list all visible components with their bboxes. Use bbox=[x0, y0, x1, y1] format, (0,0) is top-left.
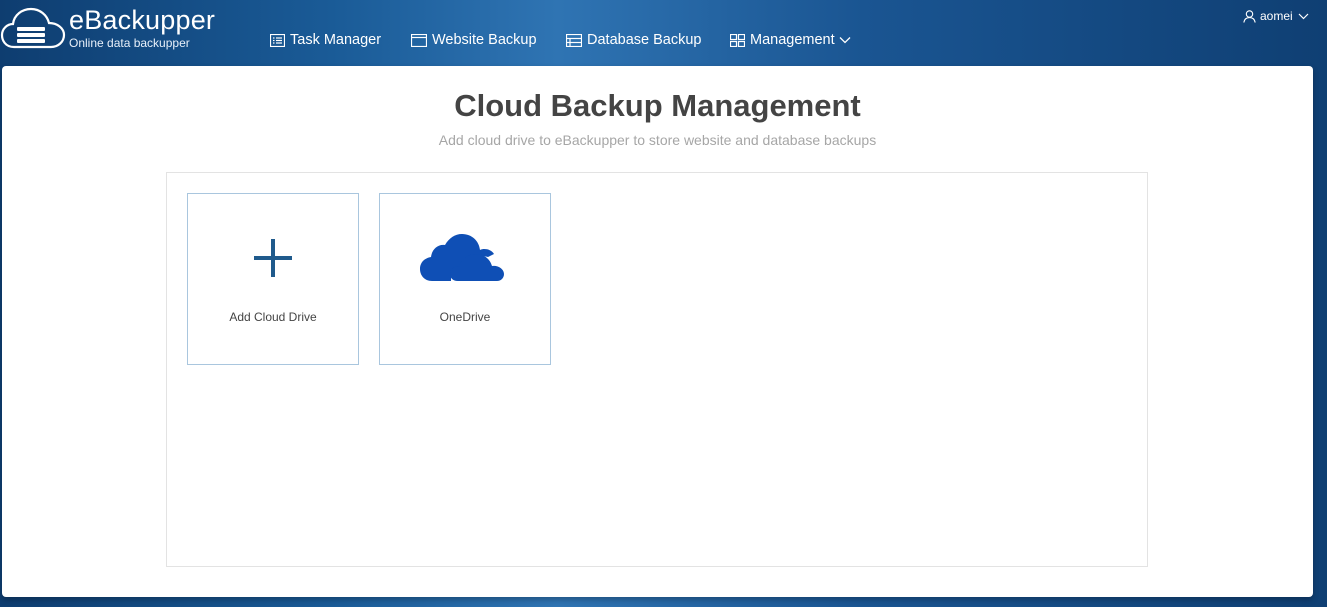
page-title: Cloud Backup Management bbox=[454, 88, 861, 123]
plus-icon bbox=[254, 239, 292, 277]
grid-icon bbox=[730, 33, 745, 47]
list-icon bbox=[270, 33, 285, 47]
onedrive-cloud-icon bbox=[420, 234, 504, 281]
user-icon bbox=[1243, 9, 1256, 23]
nav-database-backup-label: Database Backup bbox=[587, 32, 702, 48]
nav-management-label: Management bbox=[750, 32, 835, 48]
chevron-down-icon bbox=[1298, 13, 1309, 19]
nav-task-manager-label: Task Manager bbox=[290, 32, 382, 48]
browser-window-icon bbox=[411, 33, 427, 47]
nav-database-backup[interactable]: Database Backup bbox=[566, 30, 701, 50]
onedrive-card[interactable]: OneDrive bbox=[379, 193, 551, 365]
main-panel: Cloud Backup Management Add cloud drive … bbox=[2, 66, 1313, 597]
app-name: eBackupper bbox=[69, 5, 216, 35]
user-menu[interactable]: aomei bbox=[1243, 8, 1309, 24]
nav-management[interactable]: Management bbox=[730, 30, 851, 50]
database-table-icon bbox=[566, 33, 582, 47]
add-cloud-drive-label: Add Cloud Drive bbox=[229, 310, 317, 324]
chevron-down-icon bbox=[839, 37, 851, 44]
onedrive-label: OneDrive bbox=[439, 310, 491, 324]
nav-website-backup-label: Website Backup bbox=[432, 32, 537, 48]
user-name: aomei bbox=[1260, 9, 1293, 23]
top-header: eBackupper Online data backupper Task Ma… bbox=[0, 0, 1327, 66]
app-tagline: Online data backupper bbox=[69, 36, 190, 50]
app-logo[interactable]: eBackupper Online data backupper bbox=[0, 2, 240, 52]
page-subtitle: Add cloud drive to eBackupper to store w… bbox=[438, 132, 877, 148]
add-cloud-drive-button[interactable]: Add Cloud Drive bbox=[187, 193, 359, 365]
cloud-server-icon bbox=[0, 7, 66, 49]
nav-task-manager[interactable]: Task Manager bbox=[270, 30, 381, 50]
nav-website-backup[interactable]: Website Backup bbox=[411, 30, 537, 50]
cloud-drive-list: Add Cloud Drive OneDrive bbox=[166, 172, 1148, 567]
